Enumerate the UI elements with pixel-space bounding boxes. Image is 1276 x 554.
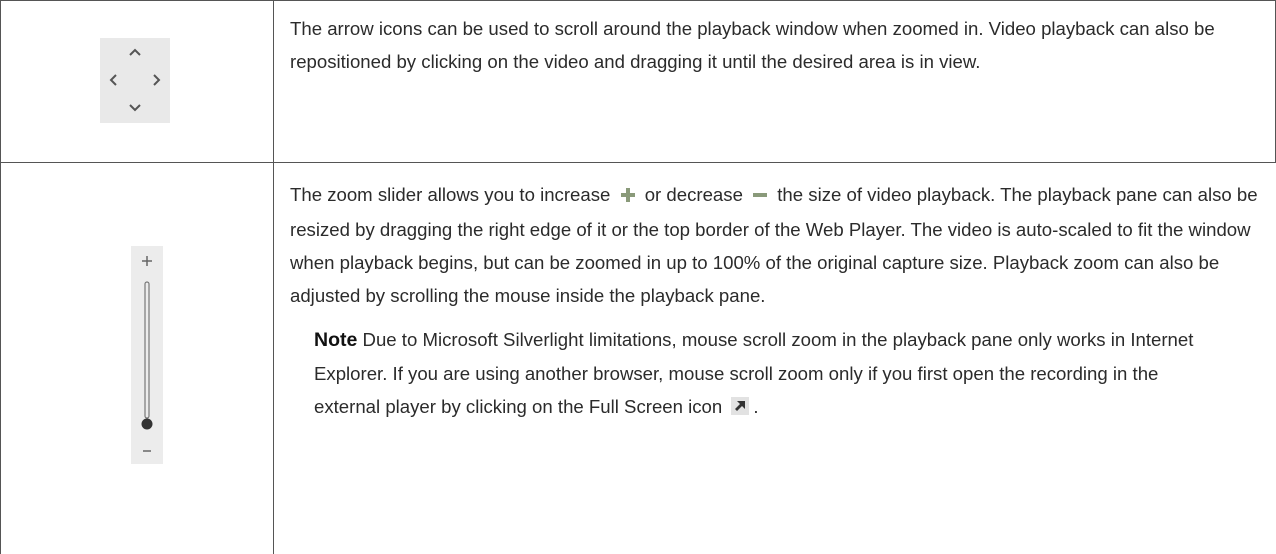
- feature-table: The arrow icons can be used to scroll ar…: [0, 0, 1276, 554]
- arrows-description: The arrow icons can be used to scroll ar…: [290, 18, 1215, 72]
- arrow-down-icon: [129, 104, 141, 112]
- directional-arrows-icon: [100, 38, 170, 123]
- row-description: The arrow icons can be used to scroll ar…: [290, 12, 1268, 78]
- full-screen-icon: [731, 392, 750, 425]
- arrow-left-icon: [109, 74, 117, 86]
- arrow-up-icon: [129, 48, 141, 56]
- zoom-description: The zoom slider allows you to increase o…: [290, 178, 1268, 312]
- slider-track: [144, 281, 150, 419]
- table-row: The zoom slider allows you to increase o…: [0, 162, 1276, 554]
- zoom-text-part1: The zoom slider allows you to increase: [290, 184, 611, 205]
- zoom-slider-svg: [141, 256, 153, 452]
- zoom-slider-icon: [131, 246, 163, 464]
- arrow-right-icon: [153, 74, 161, 86]
- minus-icon: [752, 180, 768, 213]
- note-end: .: [753, 396, 759, 417]
- slider-thumb: [141, 418, 153, 430]
- row-description: The zoom slider allows you to increase o…: [290, 178, 1268, 425]
- plus-icon: [620, 180, 636, 213]
- table-row: The arrow icons can be used to scroll ar…: [0, 0, 1276, 163]
- note-block: Note Due to Microsoft Silverlight limita…: [290, 323, 1214, 425]
- zoom-text-part2: or decrease: [644, 184, 743, 205]
- arrows-svg: [109, 48, 161, 112]
- note-label: Note: [314, 329, 358, 351]
